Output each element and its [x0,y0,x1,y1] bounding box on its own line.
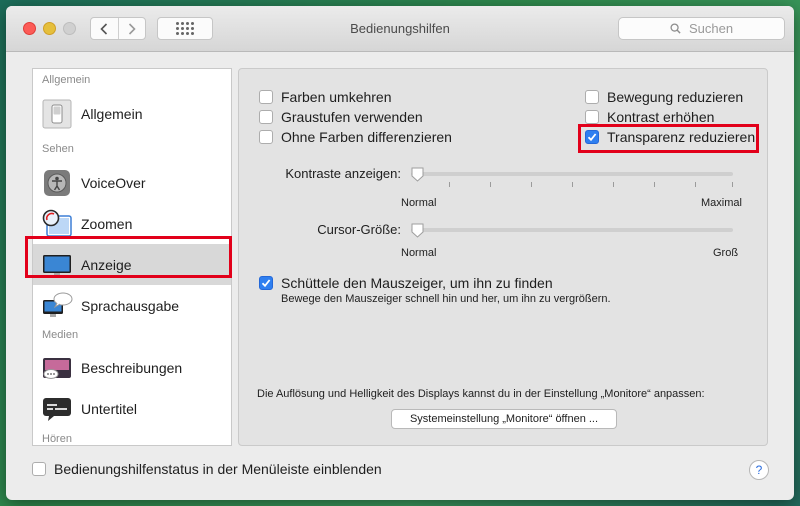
contrast-max-label: Maximal [701,197,742,209]
contrast-slider-label: Kontraste anzeigen: [285,166,401,181]
descriptions-icon [43,357,71,379]
checkbox[interactable] [259,90,273,104]
voiceover-icon [44,169,70,196]
option-ohne-farben-differenzieren[interactable]: Ohne Farben differenzieren [259,129,452,145]
monitor-info-text: Die Auflösung und Helligkeit des Display… [257,388,705,400]
sidebar-item-sprachausgabe[interactable]: Sprachausgabe [33,285,231,326]
shake-option-description: Bewege den Mauszeiger schnell hin und he… [281,293,611,305]
checkbox[interactable] [259,130,273,144]
sidebar-item-label: Sprachausgabe [81,297,180,314]
cursor-slider-track[interactable] [411,228,733,232]
slider-tick [654,182,655,187]
option-label: Schüttele den Mauszeiger, um ihn zu find… [281,275,553,291]
sidebar-section-medien: Medien [42,329,79,341]
sidebar-section-sehen: Sehen [42,143,74,155]
cursor-slider-knob[interactable] [411,223,424,238]
option-label: Bewegung reduzieren [607,89,744,105]
open-monitors-button[interactable]: Systemeinstellung „Monitore“ öffnen ... [391,409,617,429]
cursor-min-label: Normal [401,247,437,259]
sidebar-section-allgemein: Allgemein [42,74,91,86]
sidebar-item-label: Zoomen [81,215,133,232]
slider-tick [531,182,532,187]
sidebar-item-label: Beschreibungen [81,359,183,376]
sidebar-item-label: Untertitel [81,400,138,417]
option-farben-umkehren[interactable]: Farben umkehren [259,89,392,105]
option-label: Bedienungshilfenstatus in der Menüleiste… [54,461,382,477]
option-mauszeiger-schuetteln[interactable]: Schüttele den Mauszeiger, um ihn zu find… [259,275,553,291]
checkbox[interactable] [585,110,599,124]
zoom-icon [42,209,72,237]
search-field[interactable]: Suchen [618,17,785,40]
cursor-slider-label: Cursor-Größe: [317,222,401,237]
preferences-window: Bedienungshilfen Suchen Allgemein Allgem… [6,6,794,500]
search-placeholder: Suchen [688,21,734,36]
checkbox[interactable] [259,110,273,124]
option-label: Kontrast erhöhen [607,109,715,125]
sidebar-item-label: Allgemein [81,105,143,122]
option-label: Ohne Farben differenzieren [281,129,452,145]
option-kontrast-erhoehen[interactable]: Kontrast erhöhen [585,109,714,125]
slider-tick [695,182,696,187]
general-switch-icon [42,99,72,128]
checkbox[interactable] [585,90,599,104]
sidebar-item-voiceover[interactable]: VoiceOver [33,162,231,203]
display-settings-panel: Farben umkehren Graustufen verwenden Ohn… [238,68,768,446]
help-button[interactable]: ? [749,460,769,480]
slider-tick [732,182,733,187]
slider-tick [490,182,491,187]
option-bewegung-reduzieren[interactable]: Bewegung reduzieren [585,89,743,105]
contrast-slider-track[interactable] [411,172,733,176]
subtitles-icon [43,397,71,421]
menubar-status-option[interactable]: Bedienungshilfenstatus in der Menüleiste… [32,461,382,477]
sidebar-item-label: VoiceOver [81,174,146,191]
search-icon [670,23,681,34]
option-label: Farben umkehren [281,89,392,105]
sidebar-item-untertitel[interactable]: Untertitel [33,388,231,429]
checkbox[interactable] [32,462,46,476]
sidebar-section-hoeren: Hören [42,433,72,445]
cursor-max-label: Groß [713,247,739,259]
speech-icon [43,292,73,317]
option-label: Graustufen verwenden [281,109,423,125]
highlight-box-transparenz [578,124,759,153]
sidebar-item-allgemein[interactable]: Allgemein [33,93,231,134]
checkbox[interactable] [259,276,273,290]
titlebar: Bedienungshilfen Suchen [6,6,794,52]
checkmark-icon [261,279,271,288]
slider-tick [449,182,450,187]
slider-tick [613,182,614,187]
slider-tick [572,182,573,187]
contrast-min-label: Normal [401,197,437,209]
option-graustufen-verwenden[interactable]: Graustufen verwenden [259,109,423,125]
contrast-slider-knob[interactable] [411,167,424,182]
sidebar-item-beschreibungen[interactable]: Beschreibungen [33,347,231,388]
highlight-box-anzeige [25,236,232,278]
